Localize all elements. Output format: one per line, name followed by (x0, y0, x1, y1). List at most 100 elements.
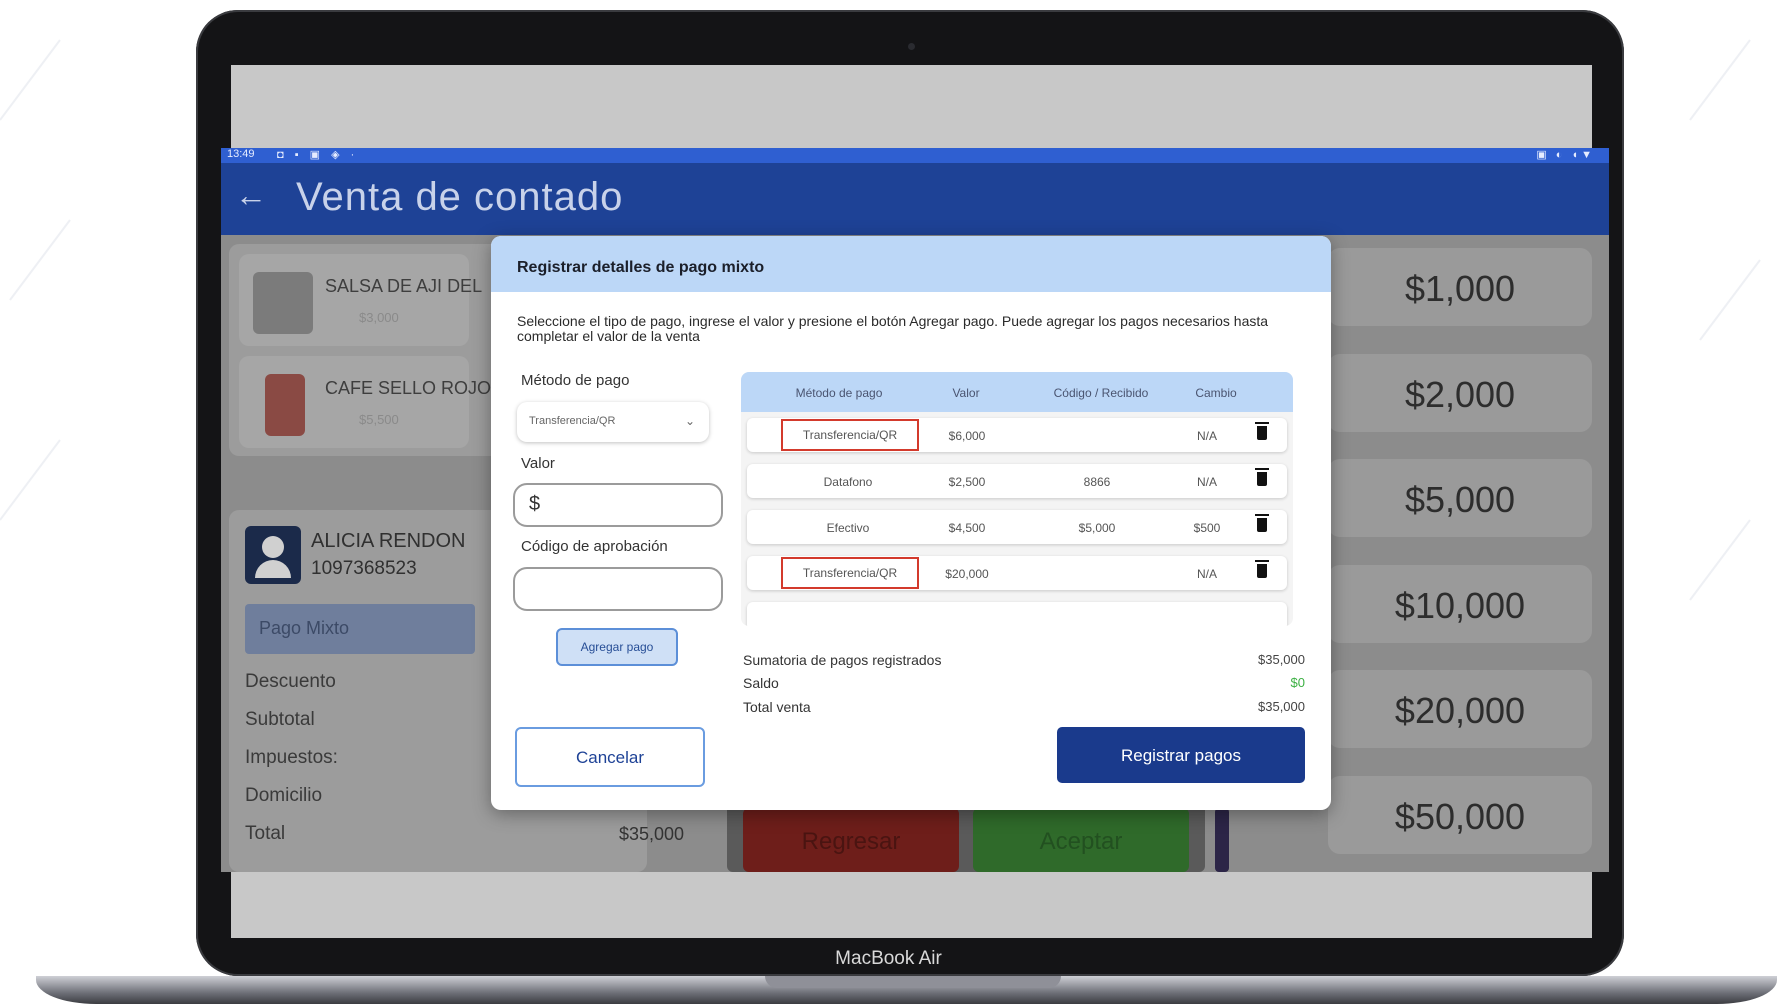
page-title: Venta de contado (296, 175, 624, 219)
accept-button-label: Aceptar (1039, 828, 1123, 855)
table-header: Método de pago Valor Código / Recibido C… (741, 372, 1293, 412)
value-input[interactable]: $ (513, 483, 723, 527)
amount-label: $50,000 (1394, 796, 1526, 837)
payment-mode-label: Pago Mixto (259, 618, 350, 638)
chevron-down-icon: ⌄ (684, 414, 695, 428)
trash-icon[interactable] (1255, 422, 1269, 440)
amount-label: $10,000 (1394, 585, 1526, 626)
trash-icon[interactable] (1255, 514, 1269, 532)
table-row: Transferencia/QR $20,000 N/A (747, 556, 1287, 590)
row-value: $6,000 (948, 429, 986, 443)
cart-item-price: $5,500 (359, 412, 399, 427)
amount-label: $2,000 (1404, 374, 1516, 415)
sale-total-label: Total venta (743, 699, 811, 715)
back-arrow-icon[interactable]: ← (235, 177, 267, 214)
cart-item[interactable]: SALSA DE AJI DEL $3,000 (239, 254, 482, 346)
amount-button[interactable]: $50,000 (1328, 776, 1592, 854)
delivery-label: Domicilio (245, 785, 323, 806)
amount-label: $5,000 (1404, 479, 1516, 520)
amount-button[interactable]: $20,000 (1328, 670, 1592, 748)
row-code: $5,000 (1078, 521, 1116, 535)
registered-sum-value: $35,000 (1258, 652, 1305, 667)
approval-code-label: Código de aprobación (521, 538, 668, 555)
laptop-hinge (765, 976, 1061, 988)
total-label: Total (245, 823, 286, 844)
table-row-partial (747, 602, 1287, 626)
cart-item-price: $3,000 (359, 310, 399, 325)
row-change: N/A (1196, 567, 1217, 581)
row-change: $500 (1193, 521, 1221, 535)
row-value: $2,500 (948, 475, 986, 489)
amount-button[interactable]: $1,000 (1328, 248, 1592, 326)
accept-button[interactable]: Aceptar (973, 808, 1189, 872)
user-avatar-icon (245, 526, 301, 584)
payments-table: Método de pago Valor Código / Recibido C… (741, 372, 1293, 626)
approval-code-input[interactable] (513, 567, 723, 611)
payment-mode-button[interactable]: Pago Mixto (245, 604, 475, 654)
amount-button[interactable]: $10,000 (1328, 565, 1592, 643)
cart-item[interactable]: CAFE SELLO ROJO $5,500 (239, 356, 491, 448)
subtotal-label: Subtotal (245, 709, 315, 730)
cancel-button-label: Cancelar (575, 748, 645, 767)
product-image (265, 374, 305, 436)
value-label: Valor (521, 455, 555, 472)
register-payments-button[interactable]: Registrar pagos (1057, 727, 1305, 783)
method-label: Método de pago (521, 372, 630, 389)
trash-icon[interactable] (1255, 468, 1269, 486)
value-placeholder: $ (529, 493, 541, 515)
row-method: Transferencia/QR (781, 419, 919, 451)
register-payments-label: Registrar pagos (1120, 746, 1241, 765)
cart-item-name: CAFE SELLO ROJO (325, 378, 492, 398)
row-change: N/A (1196, 429, 1217, 443)
side-button (1215, 808, 1229, 872)
trash-icon[interactable] (1255, 560, 1269, 578)
add-payment-button[interactable]: Agregar pago (556, 628, 678, 666)
row-change: N/A (1196, 475, 1217, 489)
bag-icon (253, 272, 313, 334)
dialog-description: Seleccione el tipo de pago, ingrese el v… (517, 313, 1269, 344)
back-button-label: Regresar (801, 828, 901, 855)
dialog-title: Registrar detalles de pago mixto (517, 259, 765, 276)
column-header: Cambio (1195, 386, 1237, 400)
balance-value: $0 (1290, 675, 1305, 690)
status-time: 13:49 (227, 148, 255, 160)
column-header: Código / Recibido (1053, 386, 1149, 400)
cancel-button[interactable]: Cancelar (515, 727, 705, 787)
table-row: Transferencia/QR $6,000 N/A (747, 418, 1287, 452)
column-header: Valor (952, 386, 980, 400)
row-code: 8866 (1083, 475, 1111, 489)
row-method: Efectivo (826, 521, 870, 535)
client-id: 1097368523 (311, 558, 417, 579)
client-name: ALICIA RENDON (311, 530, 466, 552)
payment-method-select[interactable]: Transferencia/QR ⌄ (517, 402, 709, 442)
app-bar: ← Venta de contado (221, 163, 1609, 235)
sale-total-value: $35,000 (1258, 699, 1305, 714)
amount-button[interactable]: $5,000 (1328, 459, 1592, 537)
total-value: $35,000 (619, 824, 685, 844)
payment-method-value: Transferencia/QR (529, 415, 616, 427)
device-label: MacBook Air (835, 948, 942, 969)
cart-item-name: SALSA DE AJI DEL (325, 276, 483, 296)
system-icons: ▣ ◐ ◖▼ (1536, 149, 1595, 161)
registered-sum-label: Sumatoria de pagos registrados (743, 652, 942, 668)
row-method: Datafono (823, 475, 873, 489)
add-payment-label: Agregar pago (580, 640, 654, 654)
column-header: Método de pago (795, 386, 883, 400)
row-value: $4,500 (948, 521, 986, 535)
amount-button[interactable]: $2,000 (1328, 354, 1592, 432)
camera-icon (908, 43, 915, 50)
status-bar: 13:49 ◘ ▪ ▣ ◈ · ▣ ◐ ◖▼ (221, 148, 1609, 163)
mixed-payment-dialog: Registrar detalles de pago mixto Selecci… (491, 236, 1331, 810)
table-row: Datafono $2,500 8866 N/A (747, 464, 1287, 498)
notification-icons: ◘ ▪ ▣ ◈ · (277, 149, 359, 161)
row-method: Transferencia/QR (781, 557, 919, 589)
balance-label: Saldo (743, 675, 779, 691)
back-button[interactable]: Regresar (743, 808, 959, 872)
taxes-label: Impuestos: (245, 747, 338, 768)
amount-label: $20,000 (1394, 690, 1526, 731)
row-value: $20,000 (945, 567, 989, 581)
discount-label: Descuento (245, 671, 336, 692)
dialog-header: Registrar detalles de pago mixto (491, 236, 1331, 292)
table-row: Efectivo $4,500 $5,000 $500 (747, 510, 1287, 544)
amount-label: $1,000 (1404, 268, 1516, 309)
